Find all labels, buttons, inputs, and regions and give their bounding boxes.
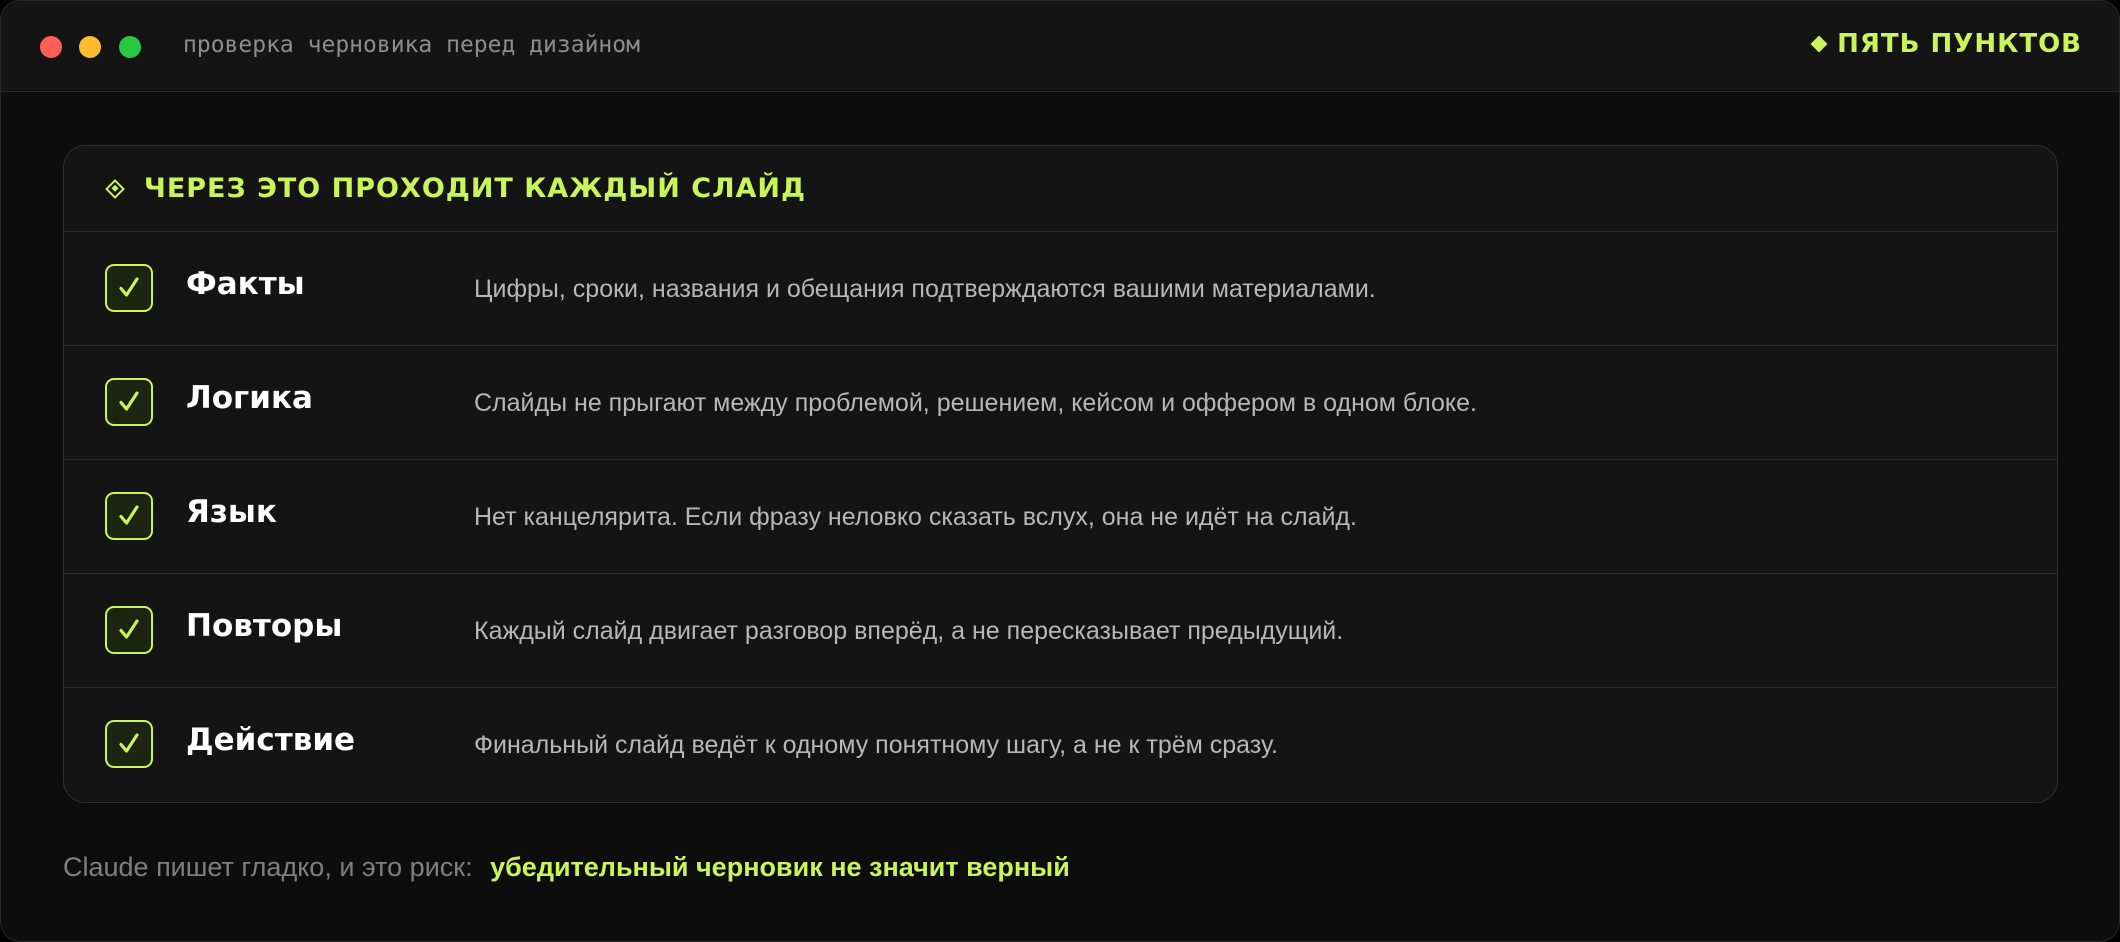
checklist-item: Язык Нет канцелярита. Если фразу неловко… (64, 460, 2057, 574)
checklist-item: Факты Цифры, сроки, названия и обещания … (64, 232, 2057, 346)
diamond-icon (1810, 35, 1828, 53)
item-title: Язык (186, 494, 277, 530)
checklist-item: Логика Слайды не прыгают между проблемой… (64, 346, 2057, 460)
minimize-window-button[interactable] (79, 36, 101, 58)
item-title: Факты (186, 266, 305, 302)
footer-note: Claude пишет гладко, и это риск: убедите… (63, 852, 1070, 883)
item-title: Повторы (186, 608, 343, 644)
checkmark-icon (119, 619, 139, 639)
checkmark-icon (119, 733, 139, 753)
zoom-window-button[interactable] (119, 36, 141, 58)
diamond-outline-icon (105, 178, 125, 199)
checkbox-checked[interactable] (105, 378, 153, 426)
item-description: Слайды не прыгают между проблемой, решен… (474, 389, 1477, 417)
checklist-item: Повторы Каждый слайд двигает разговор вп… (64, 574, 2057, 688)
badge-label: ПЯТЬ ПУНКТОВ (1837, 29, 2082, 59)
item-description: Нет канцелярита. Если фразу неловко сказ… (474, 503, 1357, 531)
close-window-button[interactable] (40, 36, 62, 58)
checklist-card: ЧЕРЕЗ ЭТО ПРОХОДИТ КАЖДЫЙ СЛАЙД Факты Ци… (63, 145, 2058, 803)
item-title: Действие (186, 722, 356, 758)
footer-accent-text: убедительный черновик не значит верный (490, 852, 1070, 882)
checkbox-checked[interactable] (105, 492, 153, 540)
items-count-badge: ПЯТЬ ПУНКТОВ (1810, 29, 2082, 59)
checkmark-icon (119, 505, 139, 525)
checklist-header: ЧЕРЕЗ ЭТО ПРОХОДИТ КАЖДЫЙ СЛАЙД (64, 146, 2057, 232)
item-description: Финальный слайд ведёт к одному понятному… (474, 731, 1278, 759)
checkbox-checked[interactable] (105, 720, 153, 768)
checklist-item: Действие Финальный слайд ведёт к одному … (64, 688, 2057, 801)
checkmark-icon (119, 277, 139, 297)
item-description: Каждый слайд двигает разговор вперёд, а … (474, 617, 1344, 645)
window-title: проверка черновика перед дизайном (183, 32, 640, 58)
title-bar: проверка черновика перед дизайном ПЯТЬ П… (1, 1, 2119, 92)
footer-muted-text: Claude пишет гладко, и это риск: (63, 852, 473, 882)
app-window: проверка черновика перед дизайном ПЯТЬ П… (0, 0, 2120, 942)
item-description: Цифры, сроки, названия и обещания подтве… (474, 275, 1376, 303)
checkbox-checked[interactable] (105, 264, 153, 312)
checklist-heading: ЧЕРЕЗ ЭТО ПРОХОДИТ КАЖДЫЙ СЛАЙД (144, 173, 807, 204)
item-title: Логика (186, 380, 313, 416)
checkmark-icon (119, 391, 139, 411)
checkbox-checked[interactable] (105, 606, 153, 654)
